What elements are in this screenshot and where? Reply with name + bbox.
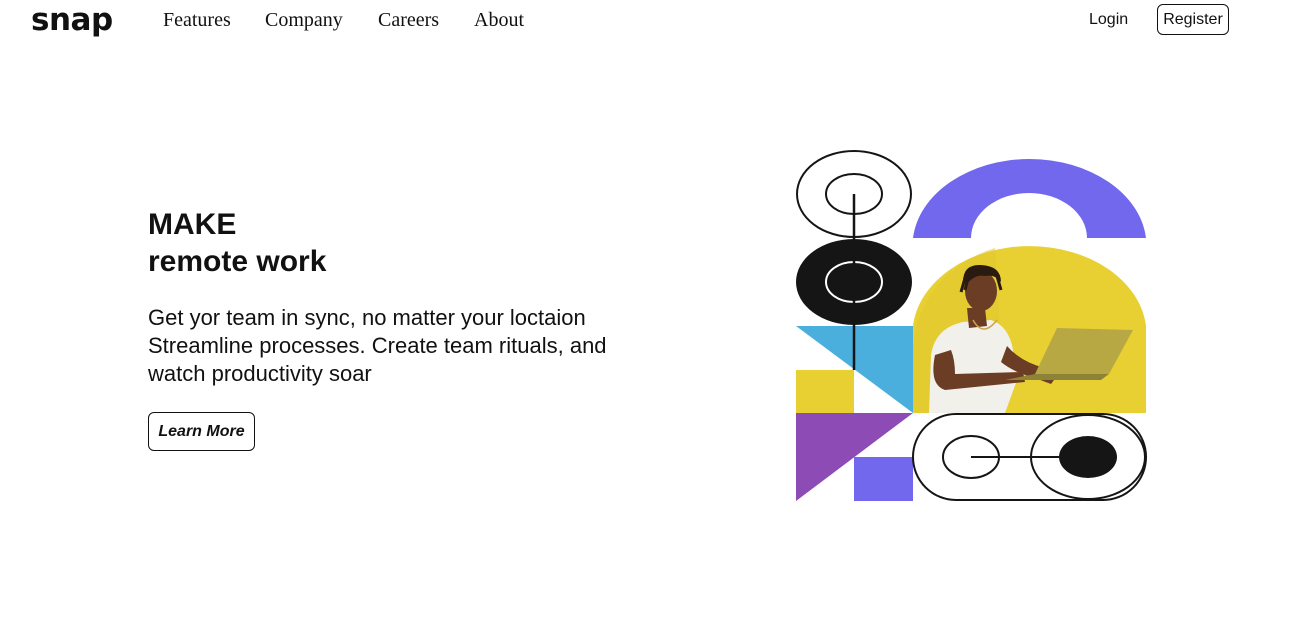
nav-features-link[interactable]: Features xyxy=(163,9,231,32)
hero-description-line-3: watch productivity soar xyxy=(148,361,372,386)
hero-title-line-2: remote work xyxy=(148,245,327,278)
nav-careers-link[interactable]: Careers xyxy=(378,9,439,32)
yellow-square-shape xyxy=(796,370,854,414)
purple-arch-shape xyxy=(913,159,1146,238)
learn-more-button[interactable]: Learn More xyxy=(148,412,255,451)
nav-company-link[interactable]: Company xyxy=(265,9,343,32)
bottom-pill-shape xyxy=(912,413,1147,501)
hero-title-line-1: MAKE xyxy=(148,208,237,241)
purple-square-shape xyxy=(854,457,913,501)
hero-description-line-1: Get yor team in sync, no matter your loc… xyxy=(148,305,586,330)
nav-about-link[interactable]: About xyxy=(474,9,524,32)
register-button[interactable]: Register xyxy=(1157,4,1229,35)
hero-description: Get yor team in sync, no matter your loc… xyxy=(148,304,607,388)
hero-title: MAKE remote work xyxy=(148,206,326,280)
login-link[interactable]: Login xyxy=(1089,11,1128,29)
landing-page: snap Features Company Careers About Logi… xyxy=(0,0,1292,634)
hero-description-line-2: Streamline processes. Create team ritual… xyxy=(148,333,607,358)
snap-logo[interactable]: snap xyxy=(31,2,113,38)
hero-illustration xyxy=(796,150,1147,501)
